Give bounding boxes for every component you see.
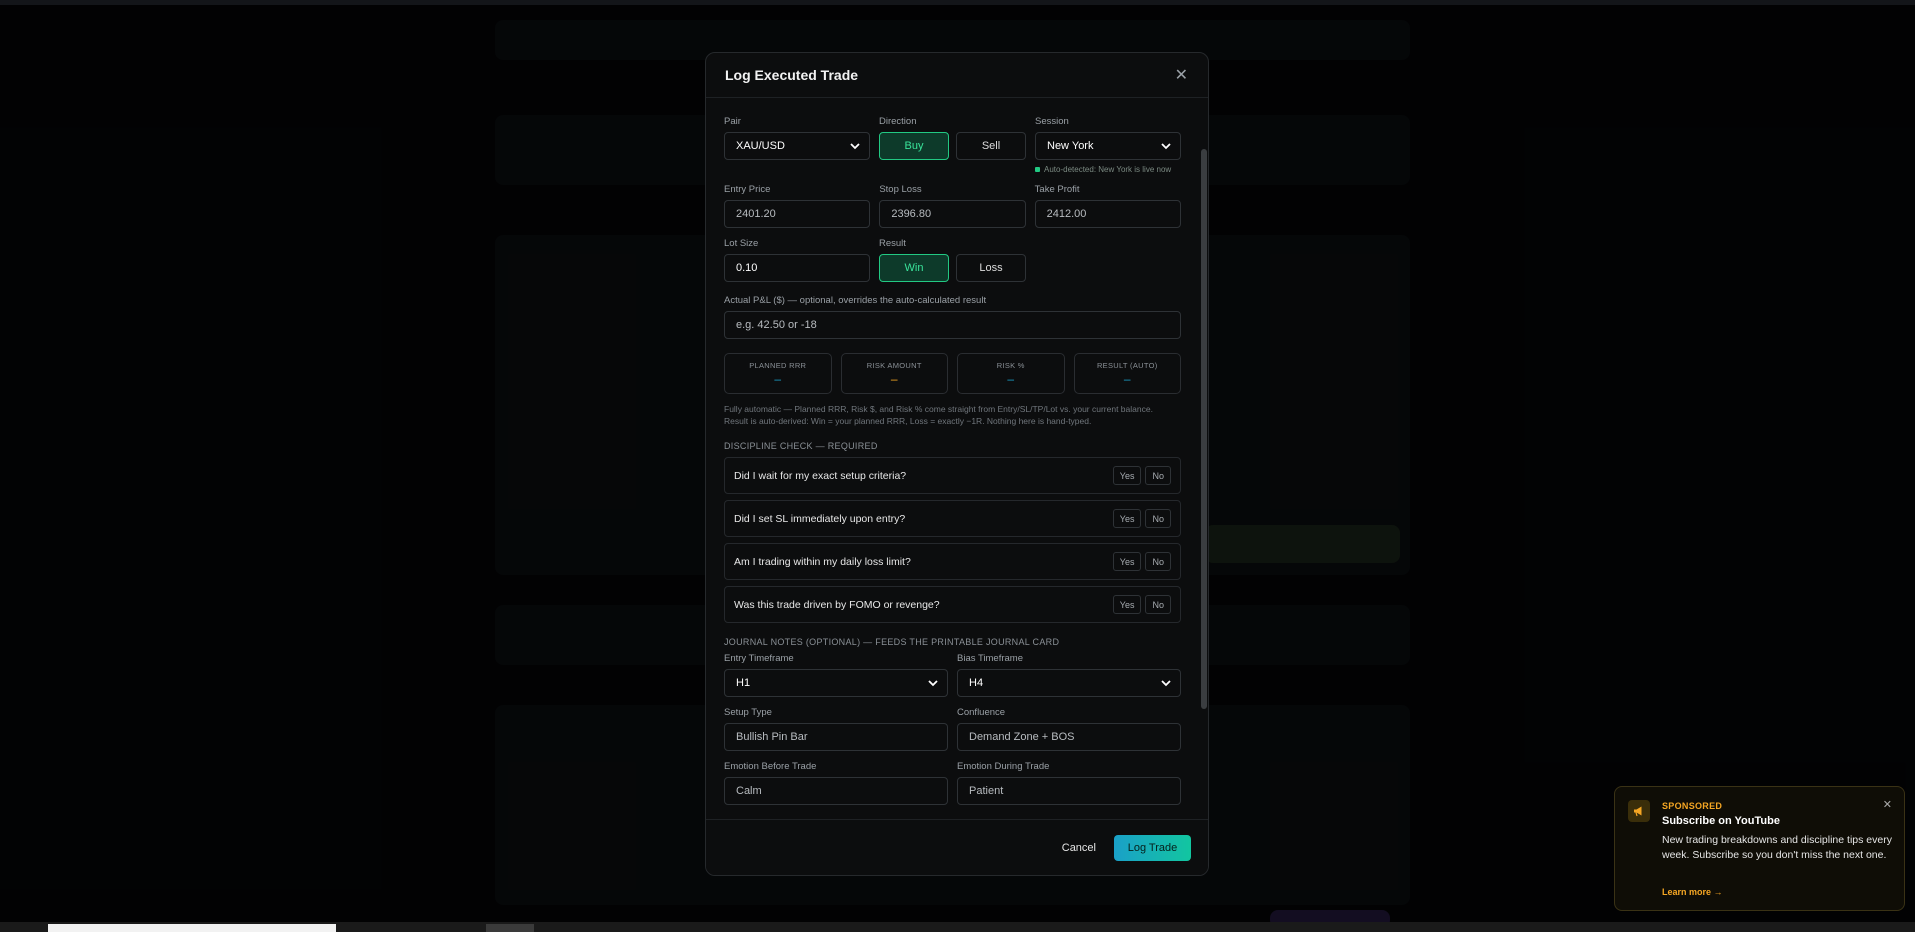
modal-body: Pair XAU/USD Direction Buy Sell Session … <box>706 99 1200 875</box>
bias-timeframe-select[interactable]: H4 <box>957 669 1181 697</box>
yes-button[interactable]: Yes <box>1112 552 1142 571</box>
confluence-label: Confluence <box>957 707 1006 718</box>
emotion-during-input[interactable]: Patient <box>957 777 1181 805</box>
emotion-during-label: Emotion During Trade <box>957 761 1050 772</box>
direction-label: Direction <box>879 116 917 127</box>
sponsored-toast: SPONSORED Subscribe on YouTube New tradi… <box>1614 786 1905 911</box>
discipline-question: Was this trade driven by FOMO or revenge… <box>724 586 1181 623</box>
no-button[interactable]: No <box>1145 595 1171 614</box>
confluence-input[interactable]: Demand Zone + BOS <box>957 723 1181 751</box>
no-button[interactable]: No <box>1145 509 1171 528</box>
taskbar-thumbnail[interactable] <box>48 924 336 932</box>
taskbar-thumbnail[interactable] <box>486 924 534 932</box>
live-dot-icon <box>1035 167 1040 172</box>
no-button[interactable]: No <box>1145 466 1171 485</box>
take-profit-input[interactable]: 2412.00 <box>1034 200 1181 228</box>
session-hint: Auto-detected: New York is live now <box>1035 165 1181 174</box>
toast-title: Subscribe on YouTube <box>1662 815 1780 827</box>
close-icon[interactable]: ✕ <box>1175 65 1188 85</box>
journal-section-title: JOURNAL NOTES (OPTIONAL) — FEEDS THE PRI… <box>724 637 1060 647</box>
stop-loss-input[interactable]: 2396.80 <box>879 200 1026 228</box>
take-profit-label: Take Profit <box>1034 184 1080 195</box>
result-label: Result <box>879 238 906 249</box>
result-win-button[interactable]: Win <box>879 254 949 282</box>
taskbar <box>0 922 1915 932</box>
discipline-question: Am I trading within my daily loss limit?… <box>724 543 1181 580</box>
direction-buy-button[interactable]: Buy <box>879 132 949 160</box>
session-select[interactable]: New York <box>1035 132 1181 160</box>
toast-tag: SPONSORED <box>1662 801 1723 811</box>
discipline-question: Did I wait for my exact setup criteria? … <box>724 457 1181 494</box>
modal-footer: Cancel Log Trade <box>706 819 1208 875</box>
lot-size-input[interactable]: 0.10 <box>724 254 870 282</box>
modal-scrollbar[interactable] <box>1200 99 1208 829</box>
stat-risk-percent: RISK % – <box>957 353 1065 394</box>
entry-price-input[interactable]: 2401.20 <box>724 200 871 228</box>
cancel-button[interactable]: Cancel <box>1062 842 1096 854</box>
session-value: New York <box>1047 140 1094 152</box>
discipline-question: Did I set SL immediately upon entry? Yes… <box>724 500 1181 537</box>
entry-timeframe-label: Entry Timeframe <box>724 653 794 664</box>
stat-result-auto: RESULT (AUTO) – <box>1073 353 1181 394</box>
toast-body: New trading breakdowns and discipline ti… <box>1662 834 1892 861</box>
stat-risk-amount: RISK AMOUNT – <box>840 353 948 394</box>
pair-select[interactable]: XAU/USD <box>724 132 870 160</box>
result-loss-button[interactable]: Loss <box>956 254 1026 282</box>
bias-timeframe-label: Bias Timeframe <box>957 653 1023 664</box>
modal-title: Log Executed Trade <box>725 67 859 83</box>
setup-type-label: Setup Type <box>724 707 772 718</box>
direction-sell-button[interactable]: Sell <box>956 132 1026 160</box>
close-icon[interactable]: ✕ <box>1883 798 1892 811</box>
scrollbar-thumb[interactable] <box>1201 149 1207 709</box>
chevron-down-icon <box>1161 143 1171 150</box>
stop-label: Stop Loss <box>879 184 922 195</box>
discipline-section-title: DISCIPLINE CHECK — REQUIRED <box>724 441 878 451</box>
learn-more-link[interactable]: Learn more → <box>1662 887 1723 897</box>
stat-planned-rrr: PLANNED RRR – <box>724 353 832 394</box>
entry-timeframe-select[interactable]: H1 <box>724 669 948 697</box>
pnl-label: Actual P&L ($) — optional, overrides the… <box>724 295 987 306</box>
entry-label: Entry Price <box>724 184 771 195</box>
setup-type-input[interactable]: Bullish Pin Bar <box>724 723 948 751</box>
pnl-input[interactable]: e.g. 42.50 or -18 <box>724 311 1181 339</box>
modal-header: Log Executed Trade ✕ <box>706 53 1208 98</box>
log-trade-button[interactable]: Log Trade <box>1114 834 1191 861</box>
session-label: Session <box>1035 116 1069 127</box>
chevron-down-icon <box>928 680 938 687</box>
pair-value: XAU/USD <box>736 140 785 152</box>
emotion-before-input[interactable]: Calm <box>724 777 948 805</box>
stats-row: PLANNED RRR – RISK AMOUNT – RISK % – RESULT… <box>724 353 1181 394</box>
yes-button[interactable]: Yes <box>1112 466 1142 485</box>
no-button[interactable]: No <box>1145 552 1171 571</box>
yes-button[interactable]: Yes <box>1112 595 1142 614</box>
megaphone-icon <box>1628 800 1650 822</box>
pair-label: Pair <box>724 116 741 127</box>
lot-label: Lot Size <box>724 238 759 249</box>
auto-calc-note: Fully automatic — Planned RRR, Risk $, a… <box>724 404 1153 426</box>
log-trade-modal: Log Executed Trade ✕ Pair XAU/USD Direct… <box>705 52 1209 876</box>
chevron-down-icon <box>850 143 860 150</box>
chevron-down-icon <box>1161 680 1171 687</box>
yes-button[interactable]: Yes <box>1112 509 1142 528</box>
emotion-before-label: Emotion Before Trade <box>724 761 817 772</box>
